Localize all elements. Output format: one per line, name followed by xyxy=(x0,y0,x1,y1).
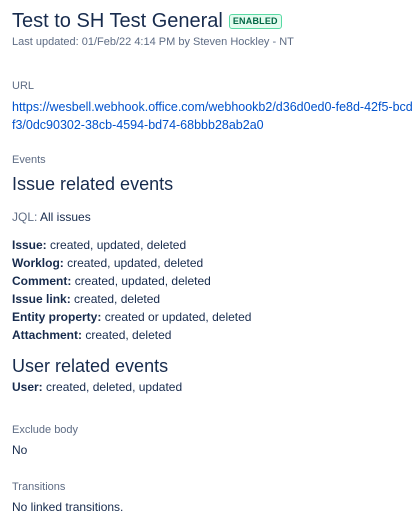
events-label: Events xyxy=(12,154,46,166)
event-issue: Issue: created, updated, deleted xyxy=(12,236,251,254)
event-key: Issue link: xyxy=(12,292,71,306)
user-events-heading: User related events xyxy=(12,356,169,376)
event-value: created, updated, deleted xyxy=(67,256,204,270)
issue-events-heading: Issue related events xyxy=(12,174,174,194)
exclude-body-label: Exclude body xyxy=(12,424,79,436)
event-value: created, deleted xyxy=(74,292,161,306)
last-updated-text: Last updated: 01/Feb/22 4:14 PM by Steve… xyxy=(12,36,294,48)
webhook-details: Test to SH Test General ENABLED Last upd… xyxy=(12,8,413,515)
exclude-body-value: No xyxy=(12,443,28,457)
event-key: Comment: xyxy=(12,274,72,288)
event-key: Issue: xyxy=(12,238,47,252)
event-value: created, deleted, updated xyxy=(46,380,183,394)
status-badge: ENABLED xyxy=(228,13,282,29)
jql-value: All issues xyxy=(40,210,91,224)
user-event-list: User: created, deleted, updated xyxy=(12,378,182,396)
transitions-label: Transitions xyxy=(12,481,66,493)
event-key: User: xyxy=(12,380,43,394)
event-value: created, deleted xyxy=(85,328,172,342)
event-entity-property: Entity property: created or updated, del… xyxy=(12,308,251,326)
event-key: Attachment: xyxy=(12,328,83,342)
issue-event-list: Issue: created, updated, deleted Worklog… xyxy=(12,236,251,344)
event-worklog: Worklog: created, updated, deleted xyxy=(12,254,251,272)
event-comment: Comment: created, updated, deleted xyxy=(12,272,251,290)
url-label: URL xyxy=(12,80,35,92)
event-key: Worklog: xyxy=(12,256,64,270)
webhook-title: Test to SH Test General xyxy=(12,9,223,32)
jql-key: JQL: xyxy=(12,210,38,224)
event-key: Entity property: xyxy=(12,310,102,324)
url-link[interactable]: https://wesbell.webhook.office.com/webho… xyxy=(12,98,413,134)
jql-line: JQL: All issues xyxy=(12,210,91,224)
event-user: User: created, deleted, updated xyxy=(12,378,182,396)
event-value: created, updated, deleted xyxy=(50,238,187,252)
event-issue-link: Issue link: created, deleted xyxy=(12,290,251,308)
event-value: created or updated, deleted xyxy=(104,310,252,324)
event-attachment: Attachment: created, deleted xyxy=(12,326,251,344)
transitions-value: No linked transitions. xyxy=(12,500,124,514)
event-value: created, updated, deleted xyxy=(74,274,211,288)
title-row: Test to SH Test General ENABLED xyxy=(12,8,413,34)
